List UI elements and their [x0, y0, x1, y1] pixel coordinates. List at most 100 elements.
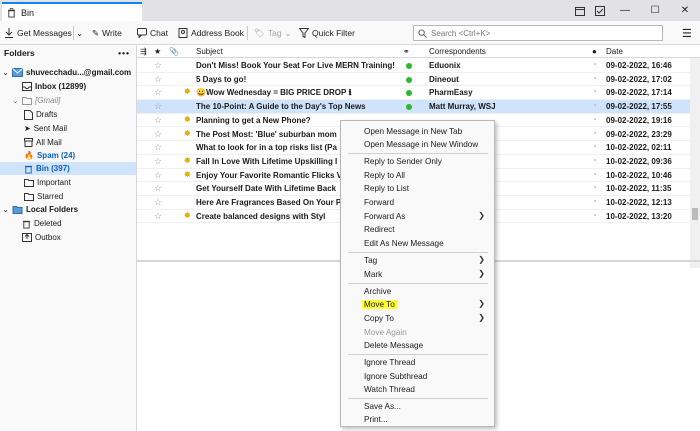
folder-starred[interactable]: Starred — [24, 190, 63, 203]
collapse-icon[interactable]: ⌄ — [12, 97, 19, 105]
menu-move-again[interactable]: Move Again — [341, 326, 494, 339]
get-messages-dropdown[interactable]: ⌄ — [76, 25, 83, 41]
read-status-icon[interactable]: ◔ — [592, 87, 597, 96]
menu-open-new-window[interactable]: Open Message in New Window — [341, 138, 494, 151]
close-button[interactable]: ✕ — [670, 0, 700, 21]
write-button[interactable]: ✎ Write — [92, 25, 122, 41]
sun-icon: ✸ — [184, 87, 191, 97]
read-status-icon[interactable]: ◔ — [592, 142, 597, 151]
star-icon[interactable]: ☆ — [154, 197, 162, 208]
maximize-button[interactable]: ☐ — [640, 0, 670, 21]
menu-watch-thread[interactable]: Watch Thread — [341, 383, 494, 396]
menu-forward-as[interactable]: Forward As ❯ — [341, 210, 494, 223]
message-row[interactable]: ☆ 5 Days to go! Dineout ◔ 09-02-2022, 17:02 — [137, 73, 690, 87]
menu-button[interactable]: ☰ — [682, 25, 692, 41]
star-icon[interactable]: ☆ — [154, 129, 162, 140]
more-icon[interactable]: ••• — [118, 48, 130, 58]
read-status-icon[interactable]: ◔ — [592, 211, 597, 220]
menu-move-to[interactable]: Move To ❯ — [341, 298, 494, 311]
get-messages-button[interactable]: Get Messages — [4, 25, 72, 41]
menu-print[interactable]: Print... — [341, 413, 494, 426]
quick-filter-button[interactable]: Quick Filter — [299, 25, 355, 41]
menu-reply-list[interactable]: Reply to List — [341, 182, 494, 195]
read-status-icon[interactable]: ◔ — [592, 197, 597, 206]
folder-sent[interactable]: ➤ Sent Mail — [24, 122, 67, 135]
scroll-thumb[interactable] — [692, 208, 698, 220]
read-column-icon[interactable]: ● — [592, 47, 597, 56]
folder-deleted[interactable]: Deleted — [22, 217, 62, 230]
menu-ignore-thread[interactable]: Ignore Thread — [341, 356, 494, 369]
message-row[interactable]: ☆ ✸ 😀Wow Wednesday = BIG PRICE DROP ℹ Pharm… — [137, 86, 690, 101]
tab-bin[interactable]: Bin — [2, 2, 142, 21]
correspondents-column-header[interactable]: Correspondents — [429, 47, 486, 56]
subject-column-header[interactable]: Subject — [196, 47, 223, 56]
sun-icon: ✸ — [184, 114, 191, 124]
message-row[interactable]: ☆ The 10-Point: A Guide to the Day's Top … — [137, 100, 690, 114]
folder-drafts[interactable]: Drafts — [24, 108, 57, 121]
folder-gmail-group[interactable]: ⌄ [Gmail] — [12, 94, 60, 107]
folder-outbox[interactable]: Outbox — [22, 231, 61, 244]
menu-save-as[interactable]: Save As... — [341, 400, 494, 413]
read-status-icon[interactable]: ◔ — [592, 170, 597, 179]
star-icon[interactable]: ☆ — [154, 101, 162, 112]
star-icon[interactable]: ☆ — [154, 170, 162, 181]
thread-column-icon[interactable]: ⇶ — [140, 47, 147, 56]
star-icon[interactable]: ☆ — [154, 211, 162, 222]
calendar-icon[interactable] — [570, 6, 590, 16]
star-icon[interactable]: ☆ — [154, 115, 162, 126]
star-icon[interactable]: ☆ — [154, 156, 162, 167]
read-status-icon[interactable]: ◔ — [592, 115, 597, 124]
read-status-icon[interactable]: ◔ — [592, 60, 597, 69]
menu-copy-to[interactable]: Copy To ❯ — [341, 312, 494, 325]
folder-local-folders[interactable]: ⌄ Local Folders — [2, 203, 78, 216]
menu-redirect[interactable]: Redirect — [341, 223, 494, 236]
menu-tag[interactable]: Tag ❯ — [341, 254, 494, 267]
search-input[interactable]: Search <Ctrl+K> — [413, 25, 663, 41]
collapse-icon[interactable]: ⌄ — [2, 206, 9, 214]
star-icon[interactable]: ☆ — [154, 183, 162, 194]
folder-important[interactable]: Important — [24, 176, 71, 189]
menu-mark[interactable]: Mark ❯ — [341, 268, 494, 281]
menu-reply-sender[interactable]: Reply to Sender Only — [341, 155, 494, 168]
menu-open-new-tab[interactable]: Open Message in New Tab — [341, 125, 494, 138]
tasks-icon[interactable] — [590, 5, 610, 16]
column-header: ⇶ ★ 📎 Subject ⚭ Correspondents ● Date — [137, 45, 700, 58]
folder-inbox[interactable]: Inbox (12899) — [12, 80, 86, 93]
read-status-icon[interactable]: ◔ — [592, 129, 597, 138]
minimize-button[interactable]: — — [610, 0, 640, 21]
menu-edit-as-new[interactable]: Edit As New Message — [341, 237, 494, 250]
online-column-icon[interactable]: ⚭ — [403, 47, 410, 56]
chat-button[interactable]: Chat — [137, 25, 168, 41]
message-date: 10-02-2022, 13:20 — [606, 211, 672, 221]
menu-archive[interactable]: Archive — [341, 285, 494, 298]
folder-spam[interactable]: 🔥 Spam (24) — [24, 149, 75, 162]
menu-reply-all[interactable]: Reply to All — [341, 169, 494, 182]
tab-title: Bin — [21, 7, 35, 18]
menu-ignore-subthread[interactable]: Ignore Subthread — [341, 370, 494, 383]
attachment-column-icon[interactable]: 📎 — [169, 47, 179, 56]
menu-delete[interactable]: Delete Message — [341, 339, 494, 352]
message-subject: 5 Days to go! — [196, 74, 247, 84]
read-status-icon[interactable]: ◔ — [592, 101, 597, 110]
message-date: 09-02-2022, 17:55 — [606, 102, 672, 112]
read-status-icon[interactable]: ◔ — [592, 74, 597, 83]
folder-all-mail[interactable]: All Mail — [24, 136, 62, 149]
scrollbar[interactable] — [690, 58, 700, 268]
read-status-icon[interactable]: ◔ — [592, 156, 597, 165]
address-book-button[interactable]: Address Book — [178, 25, 244, 41]
menu-forward[interactable]: Forward — [341, 196, 494, 209]
outbox-icon — [22, 233, 32, 242]
collapse-icon[interactable]: ⌄ — [2, 69, 9, 77]
star-icon[interactable]: ☆ — [154, 87, 162, 98]
star-column-icon[interactable]: ★ — [154, 47, 161, 56]
star-icon[interactable]: ☆ — [154, 74, 162, 85]
read-status-icon[interactable]: ◔ — [592, 183, 597, 192]
date-column-header[interactable]: Date — [606, 47, 623, 56]
folder-account[interactable]: ⌄ shuvecchadu...@gmail.com — [2, 66, 131, 79]
star-icon[interactable]: ☆ — [154, 142, 162, 153]
folder-bin[interactable]: Bin (397) — [0, 162, 136, 175]
address-book-icon — [178, 28, 188, 38]
star-icon[interactable]: ☆ — [154, 60, 162, 71]
tag-button[interactable]: 🏷 Tag ⌄ — [254, 25, 292, 41]
message-row[interactable]: ☆ Don't Miss! Book Your Seat For Live MER… — [137, 59, 690, 73]
